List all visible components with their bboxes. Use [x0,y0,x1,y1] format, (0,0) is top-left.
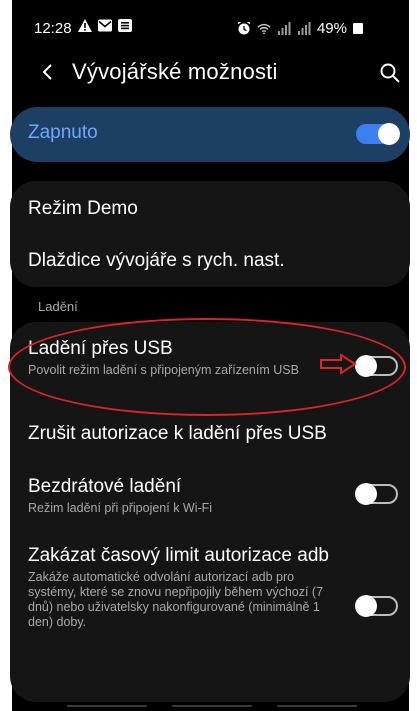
list-item-demo-mode[interactable]: Režim Demo [28,198,398,220]
page-title: Vývojářské možnosti [72,59,278,84]
nav-line [67,705,147,707]
wifi-icon [257,23,271,35]
signal-icon-2 [297,22,311,35]
toggle-knob [355,483,377,505]
item-title: Dlaždice vývojáře s rych. nast. [28,250,285,271]
item-title: Zakázat časový limit autorizace adb [28,545,329,566]
list-item-adb-authorization-timeout[interactable]: Zakázat časový limit autorizace adb Zaká… [28,544,330,630]
list-item-wireless-debugging[interactable]: Bezdrátové ladění Režim ladění při připo… [28,476,340,516]
master-switch-card[interactable]: Zapnuto [10,107,410,162]
nav-line [277,705,357,707]
item-subtitle: Zakáže automatické odvolání autorizací a… [28,570,324,629]
battery-percent: 49% [316,20,347,37]
alarm-icon [237,22,251,35]
nav-line [172,705,252,707]
status-bar: 12:28 49% [12,0,409,44]
master-switch-toggle[interactable] [356,123,400,145]
status-time: 12:28 [34,20,72,37]
warning-icon [78,19,92,32]
wireless-debugging-toggle[interactable] [355,483,398,505]
item-subtitle: Režim ladění při připojení k Wi-Fi [28,501,213,515]
navigation-bar [12,701,409,711]
adb-timeout-toggle[interactable] [355,595,398,617]
signal-icon [277,22,291,35]
list-item-usb-debugging[interactable]: Ladění přes USB Povolit režim ladění s p… [28,338,340,378]
app-icon [118,19,132,32]
toggle-knob [378,123,400,145]
app-header: Vývojářské možnosti [12,52,409,96]
back-arrow-icon[interactable] [36,60,60,84]
status-left-icons [78,19,132,32]
battery-icon [353,23,363,34]
item-title: Zrušit autorizace k ladění přes USB [28,423,327,444]
toggle-knob [355,595,377,617]
item-title: Režim Demo [28,198,138,219]
section-label-debugging: Ladění [38,299,78,314]
list-item-revoke-usb-authorizations[interactable]: Zrušit autorizace k ladění přes USB [28,423,398,445]
mail-icon [98,19,112,32]
debugging-settings-card: Ladění přes USB Povolit režim ladění s p… [10,322,410,702]
usb-debugging-toggle[interactable] [355,355,398,377]
general-settings-card: Režim Demo Dlaždice vývojáře s rych. nas… [10,181,410,287]
item-subtitle: Povolit režim ladění s připojeným zaříze… [28,363,299,377]
item-title: Bezdrátové ladění [28,476,182,497]
master-switch-label: Zapnuto [28,122,98,143]
toggle-knob [355,355,377,377]
search-icon[interactable] [379,62,401,84]
status-right: 49% [237,20,363,37]
item-title: Ladění přes USB [28,338,173,359]
list-item-developer-tiles[interactable]: Dlaždice vývojáře s rych. nast. [28,250,398,272]
